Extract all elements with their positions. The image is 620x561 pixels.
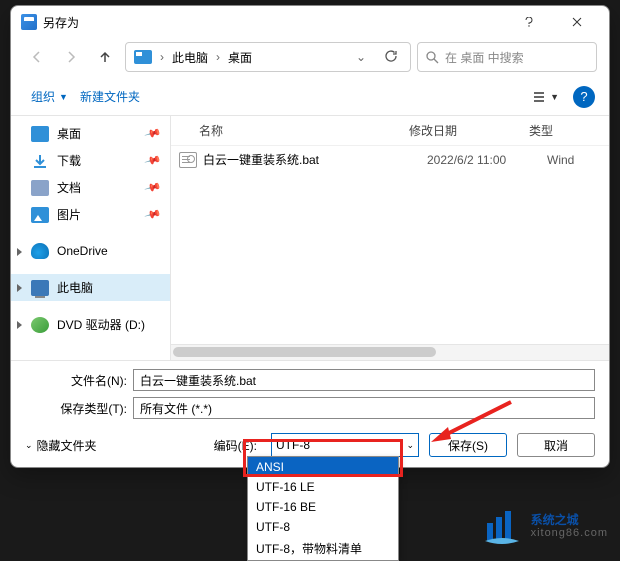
sidebar-item-documents[interactable]: 文档📌 bbox=[11, 174, 170, 201]
up-button[interactable] bbox=[91, 43, 119, 71]
col-type[interactable]: 类型 bbox=[529, 122, 601, 139]
file-type: Wind bbox=[547, 153, 601, 167]
col-date[interactable]: 修改日期 bbox=[409, 122, 529, 139]
sidebar-item-pictures[interactable]: 图片📌 bbox=[11, 201, 170, 228]
organize-button[interactable]: 组织 ▼ bbox=[25, 84, 74, 109]
encoding-select[interactable]: UTF-8⌄ bbox=[271, 433, 419, 457]
dvd-icon bbox=[31, 317, 49, 333]
back-button[interactable] bbox=[23, 43, 51, 71]
view-options-button[interactable]: ▼ bbox=[526, 86, 565, 108]
encoding-dropdown: ANSI UTF-16 LE UTF-16 BE UTF-8 UTF-8，带物料… bbox=[247, 456, 399, 561]
filetype-label: 保存类型(T): bbox=[25, 400, 133, 417]
watermark-url: xitong86.com bbox=[531, 528, 608, 539]
pin-icon: 📌 bbox=[144, 205, 162, 223]
notepad-icon bbox=[21, 14, 37, 30]
pin-icon: 📌 bbox=[144, 178, 162, 196]
help-icon[interactable]: ? bbox=[573, 86, 595, 108]
forward-button[interactable] bbox=[57, 43, 85, 71]
address-bar[interactable]: › 此电脑 › 桌面 ⌄ bbox=[125, 42, 411, 72]
file-list-header: 名称 修改日期 类型 bbox=[171, 116, 609, 146]
bat-file-icon bbox=[179, 152, 197, 168]
encoding-option-utf8[interactable]: UTF-8 bbox=[248, 517, 398, 537]
pc-icon bbox=[31, 280, 49, 296]
onedrive-icon bbox=[31, 243, 49, 259]
watermark: 系统之城 xitong86.com bbox=[481, 505, 608, 547]
close-button[interactable] bbox=[555, 8, 599, 36]
filename-label: 文件名(N): bbox=[25, 372, 133, 389]
sidebar-item-thispc[interactable]: 此电脑 bbox=[11, 274, 170, 301]
titlebar: 另存为 bbox=[11, 6, 609, 38]
sidebar: 桌面📌 下载📌 文档📌 图片📌 OneDrive 此电脑 DVD 驱动器 (D:… bbox=[11, 116, 171, 360]
file-date: 2022/6/2 11:00 bbox=[427, 153, 547, 167]
nav-bar: › 此电脑 › 桌面 ⌄ 在 桌面 中搜索 bbox=[11, 38, 609, 80]
crumb-thispc[interactable]: 此电脑 bbox=[168, 47, 212, 68]
pin-icon: 📌 bbox=[144, 151, 162, 169]
chevron-right-icon: › bbox=[158, 50, 166, 64]
desktop-icon bbox=[31, 126, 49, 142]
pin-icon: 📌 bbox=[144, 124, 162, 142]
col-name[interactable]: 名称 bbox=[179, 122, 409, 139]
address-dropdown[interactable]: ⌄ bbox=[348, 50, 374, 64]
location-icon bbox=[134, 50, 152, 64]
horizontal-scrollbar[interactable] bbox=[171, 344, 609, 360]
sidebar-item-dvd[interactable]: DVD 驱动器 (D:) bbox=[11, 311, 170, 338]
help-button[interactable] bbox=[507, 8, 551, 36]
pictures-icon bbox=[31, 207, 49, 223]
new-folder-button[interactable]: 新建文件夹 bbox=[74, 84, 146, 109]
encoding-label: 编码(E): bbox=[214, 437, 261, 454]
bottom-panel: 文件名(N): 保存类型(T): ⌄ 隐藏文件夹 编码(E): UTF-8⌄ 保… bbox=[11, 360, 609, 467]
search-placeholder: 在 桌面 中搜索 bbox=[445, 49, 524, 66]
save-button[interactable]: 保存(S) bbox=[429, 433, 507, 457]
window-title: 另存为 bbox=[43, 14, 507, 31]
filename-input[interactable] bbox=[133, 369, 595, 391]
sidebar-item-desktop[interactable]: 桌面📌 bbox=[11, 120, 170, 147]
filetype-select[interactable] bbox=[133, 397, 595, 419]
refresh-button[interactable] bbox=[376, 49, 406, 66]
hide-folders-toggle[interactable]: ⌄ 隐藏文件夹 bbox=[25, 437, 97, 454]
search-input[interactable]: 在 桌面 中搜索 bbox=[417, 42, 597, 72]
crumb-desktop[interactable]: 桌面 bbox=[224, 47, 256, 68]
save-as-dialog: 另存为 › 此电脑 › 桌面 ⌄ 在 桌面 中搜索 组织 ▼ 新建文件夹 ▼ ? bbox=[10, 5, 610, 468]
search-icon bbox=[426, 51, 439, 64]
cancel-button[interactable]: 取消 bbox=[517, 433, 595, 457]
chevron-right-icon: › bbox=[214, 50, 222, 64]
document-icon bbox=[31, 180, 49, 196]
watermark-logo bbox=[481, 505, 523, 547]
encoding-option-ansi[interactable]: ANSI bbox=[248, 457, 398, 477]
download-icon bbox=[31, 153, 49, 169]
file-name: 白云一键重装系统.bat bbox=[203, 151, 427, 168]
sidebar-item-onedrive[interactable]: OneDrive bbox=[11, 238, 170, 264]
encoding-option-utf16be[interactable]: UTF-16 BE bbox=[248, 497, 398, 517]
file-list: 名称 修改日期 类型 白云一键重装系统.bat 2022/6/2 11:00 W… bbox=[171, 116, 609, 360]
toolbar: 组织 ▼ 新建文件夹 ▼ ? bbox=[11, 80, 609, 116]
file-row[interactable]: 白云一键重装系统.bat 2022/6/2 11:00 Wind bbox=[171, 146, 609, 173]
encoding-option-utf16le[interactable]: UTF-16 LE bbox=[248, 477, 398, 497]
watermark-title: 系统之城 bbox=[531, 514, 608, 526]
sidebar-item-downloads[interactable]: 下载📌 bbox=[11, 147, 170, 174]
encoding-option-utf8bom[interactable]: UTF-8，带物料清单 bbox=[248, 537, 398, 560]
